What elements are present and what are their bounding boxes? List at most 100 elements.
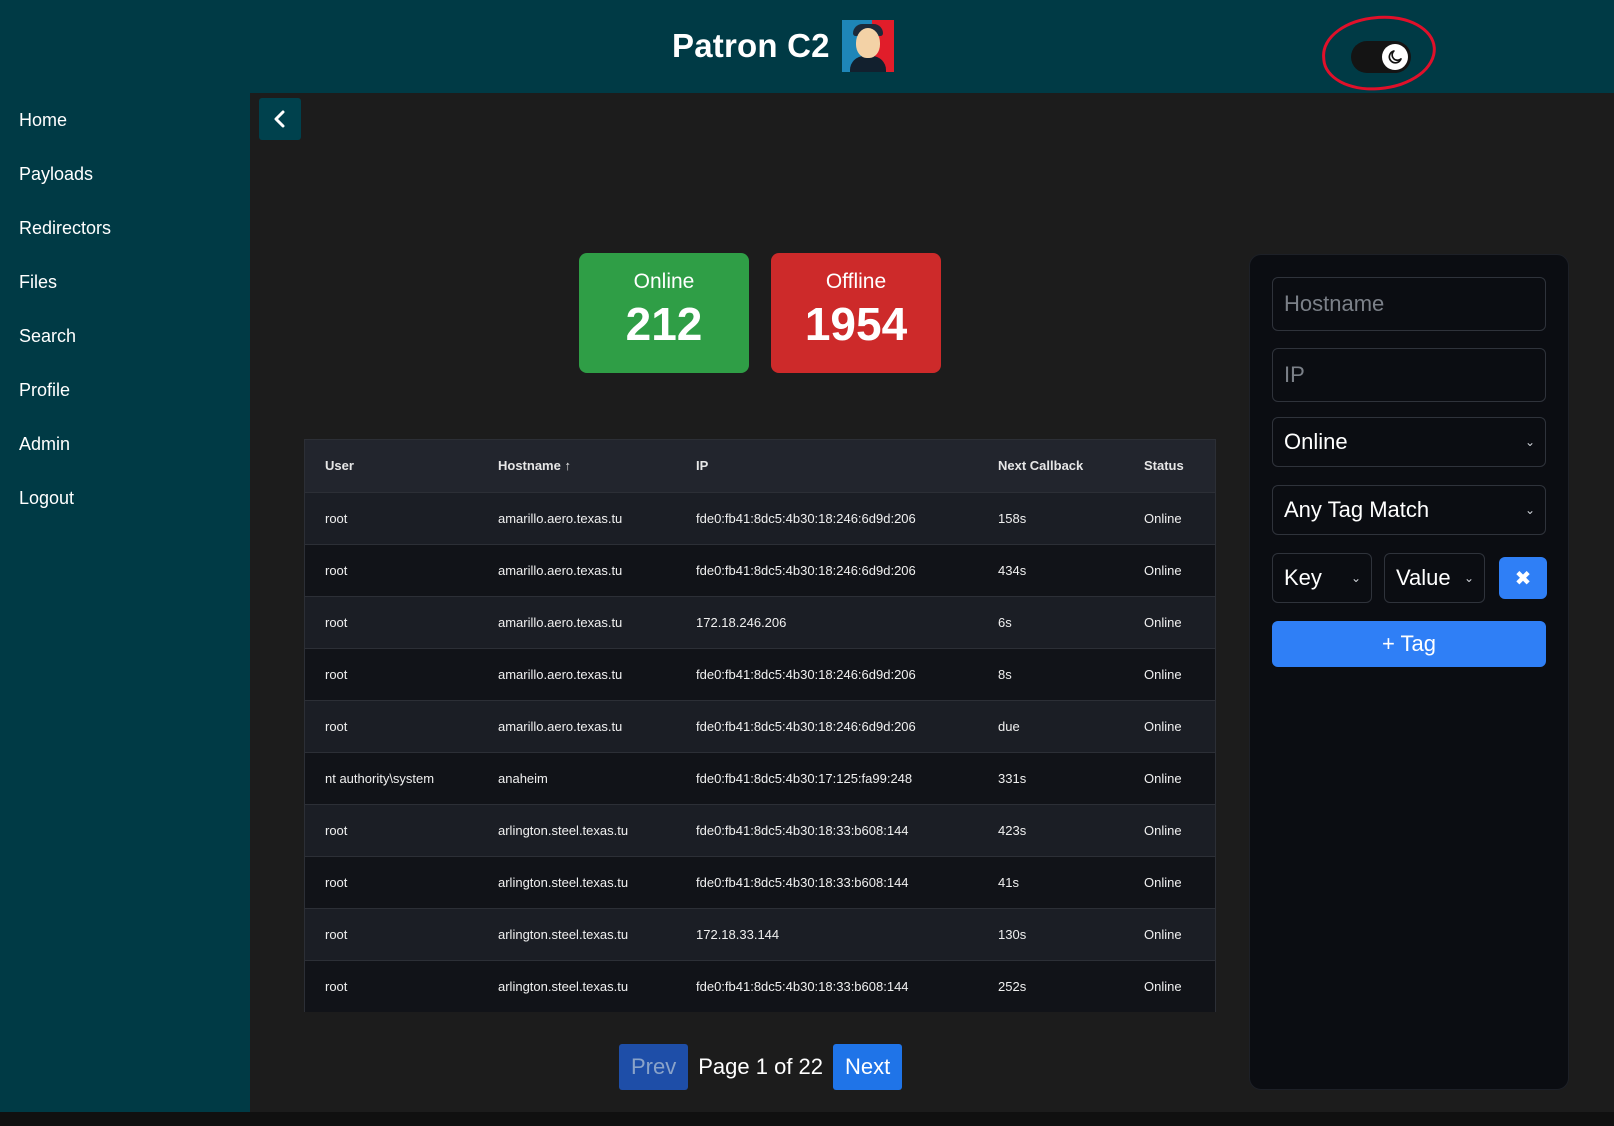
add-tag-button[interactable]: + Tag: [1272, 621, 1546, 667]
close-icon: ✖: [1514, 567, 1532, 590]
sidebar-item-redirectors[interactable]: Redirectors: [0, 201, 250, 255]
sidebar-item-search[interactable]: Search: [0, 309, 250, 363]
cell-status: Online: [1144, 562, 1182, 578]
online-count-card: Online 212: [579, 253, 749, 373]
pagination: Prev Page 1 of 22 Next: [619, 1044, 903, 1090]
cell-hostname: amarillo.aero.texas.tu: [498, 718, 623, 734]
cell-next-callback: 130s: [998, 926, 1027, 942]
cell-status: Online: [1144, 510, 1182, 526]
sidebar-item-files[interactable]: Files: [0, 255, 250, 309]
brand-logo: [841, 20, 894, 72]
cell-status: Online: [1144, 926, 1182, 942]
sidebar-item-home[interactable]: Home: [0, 93, 250, 147]
hostname-filter-input[interactable]: Hostname: [1272, 277, 1546, 331]
cell-status: Online: [1144, 614, 1182, 630]
cell-next-callback: 423s: [998, 822, 1027, 838]
cell-hostname: anaheim: [498, 770, 548, 786]
ip-filter-input[interactable]: IP: [1272, 348, 1546, 402]
remove-tag-button[interactable]: ✖: [1499, 557, 1547, 599]
tag-value-value: Value: [1396, 565, 1451, 590]
cell-ip: fde0:fb41:8dc5:4b30:18:33:b608:144: [696, 874, 909, 890]
cell-user: root: [325, 874, 348, 890]
cell-ip: fde0:fb41:8dc5:4b30:18:246:6d9d:206: [696, 562, 916, 578]
sidebar-item-profile[interactable]: Profile: [0, 363, 250, 417]
cell-status: Online: [1144, 978, 1182, 994]
cell-hostname: arlington.steel.texas.tu: [498, 874, 629, 890]
cell-ip: 172.18.246.206: [696, 614, 787, 630]
table-row[interactable]: root arlington.steel.texas.tu fde0:fb41:8d…: [305, 804, 1215, 856]
cell-user: root: [325, 666, 348, 682]
cell-status: Online: [1144, 718, 1182, 734]
collapse-sidebar-button[interactable]: [259, 98, 301, 140]
tag-match-select-value: Any Tag Match: [1284, 497, 1430, 522]
prev-page-button[interactable]: Prev: [619, 1044, 689, 1090]
cell-user: root: [325, 562, 348, 578]
table-row[interactable]: root amarillo.aero.texas.tu 172.18.246.206…: [305, 596, 1215, 648]
sidebar-item-logout[interactable]: Logout: [0, 471, 250, 525]
cell-next-callback: 434s: [998, 562, 1027, 578]
cell-hostname: arlington.steel.texas.tu: [498, 978, 629, 994]
cell-status: Online: [1144, 822, 1182, 838]
app-title: Patron C2: [672, 27, 830, 64]
tag-key-value: Key: [1284, 565, 1322, 590]
agents-table: User Hostname ↑ IP Next Callback Status …: [304, 439, 1216, 1012]
cell-user: nt authority\system: [325, 770, 435, 786]
sidebar-item-payloads[interactable]: Payloads: [0, 147, 250, 201]
column-header-status[interactable]: Status: [1124, 440, 1215, 492]
table-header-row: User Hostname ↑ IP Next Callback Status: [305, 440, 1215, 492]
chevron-left-icon: [274, 110, 285, 128]
cell-ip: fde0:fb41:8dc5:4b30:18:246:6d9d:206: [696, 718, 916, 734]
offline-count-card: Offline 1954: [771, 253, 941, 373]
cell-ip: fde0:fb41:8dc5:4b30:18:246:6d9d:206: [696, 666, 916, 682]
table-row[interactable]: root amarillo.aero.texas.tu fde0:fb41:8dc5…: [305, 700, 1215, 752]
cell-ip: fde0:fb41:8dc5:4b30:18:33:b608:144: [696, 822, 909, 838]
sidebar-item-admin[interactable]: Admin: [0, 417, 250, 471]
table-row[interactable]: root amarillo.aero.texas.tu fde0:fb41:8dc5…: [305, 544, 1215, 596]
cell-hostname: arlington.steel.texas.tu: [498, 926, 629, 942]
tag-key-select[interactable]: Key ⌄: [1272, 553, 1372, 603]
table-row[interactable]: root arlington.steel.texas.tu fde0:fb41:8d…: [305, 856, 1215, 908]
cell-user: root: [325, 926, 348, 942]
cell-user: root: [325, 822, 348, 838]
top-header: Patron C2: [0, 0, 1614, 94]
table-row[interactable]: root arlington.steel.texas.tu 172.18.33.14…: [305, 908, 1215, 960]
online-label: Online: [633, 270, 695, 293]
cell-hostname: arlington.steel.texas.tu: [498, 822, 629, 838]
cell-next-callback: 158s: [998, 510, 1027, 526]
theme-toggle[interactable]: [1351, 41, 1411, 73]
taskbar-strip: [0, 1112, 1614, 1126]
cell-hostname: amarillo.aero.texas.tu: [498, 510, 623, 526]
offline-label: Offline: [825, 270, 887, 293]
table-row[interactable]: root arlington.steel.texas.tu fde0:fb41:8d…: [305, 960, 1215, 1012]
status-select[interactable]: Online ⌄: [1272, 417, 1546, 467]
cell-ip: fde0:fb41:8dc5:4b30:18:246:6d9d:206: [696, 510, 916, 526]
filter-panel: Hostname IP Online ⌄ Any Tag Match ⌄ Key…: [1249, 254, 1569, 1090]
table-row[interactable]: nt authority\system anaheim fde0:fb41:8dc5…: [305, 752, 1215, 804]
moon-icon: [1382, 44, 1408, 70]
column-header-ip[interactable]: IP: [676, 440, 978, 492]
offline-count: 1954: [804, 298, 908, 350]
cell-ip: fde0:fb41:8dc5:4b30:18:33:b608:144: [696, 978, 909, 994]
brand: Patron C2: [672, 20, 894, 72]
cell-hostname: amarillo.aero.texas.tu: [498, 666, 623, 682]
cell-user: root: [325, 614, 348, 630]
cell-user: root: [325, 978, 348, 994]
next-page-button[interactable]: Next: [833, 1044, 903, 1090]
chevron-down-icon: ⌄: [1463, 571, 1474, 585]
chevron-down-icon: ⌄: [1524, 435, 1535, 449]
tag-value-select[interactable]: Value ⌄: [1384, 553, 1485, 603]
table-row[interactable]: root amarillo.aero.texas.tu fde0:fb41:8dc5…: [305, 492, 1215, 544]
column-header-next-callback[interactable]: Next Callback: [978, 440, 1124, 492]
column-header-hostname[interactable]: Hostname ↑: [478, 440, 676, 492]
cell-hostname: amarillo.aero.texas.tu: [498, 614, 623, 630]
status-select-value: Online: [1284, 429, 1348, 454]
cell-ip: fde0:fb41:8dc5:4b30:17:125:fa99:248: [696, 770, 913, 786]
column-header-user[interactable]: User: [305, 440, 478, 492]
tag-match-select[interactable]: Any Tag Match ⌄: [1272, 485, 1546, 535]
cell-hostname: amarillo.aero.texas.tu: [498, 562, 623, 578]
page-indicator: Page 1 of 22: [698, 1054, 824, 1079]
table-row[interactable]: root amarillo.aero.texas.tu fde0:fb41:8dc5…: [305, 648, 1215, 700]
cell-user: root: [325, 510, 348, 526]
chevron-down-icon: ⌄: [1350, 571, 1361, 585]
sidebar: Home Payloads Redirectors Files Search P…: [0, 93, 250, 1113]
